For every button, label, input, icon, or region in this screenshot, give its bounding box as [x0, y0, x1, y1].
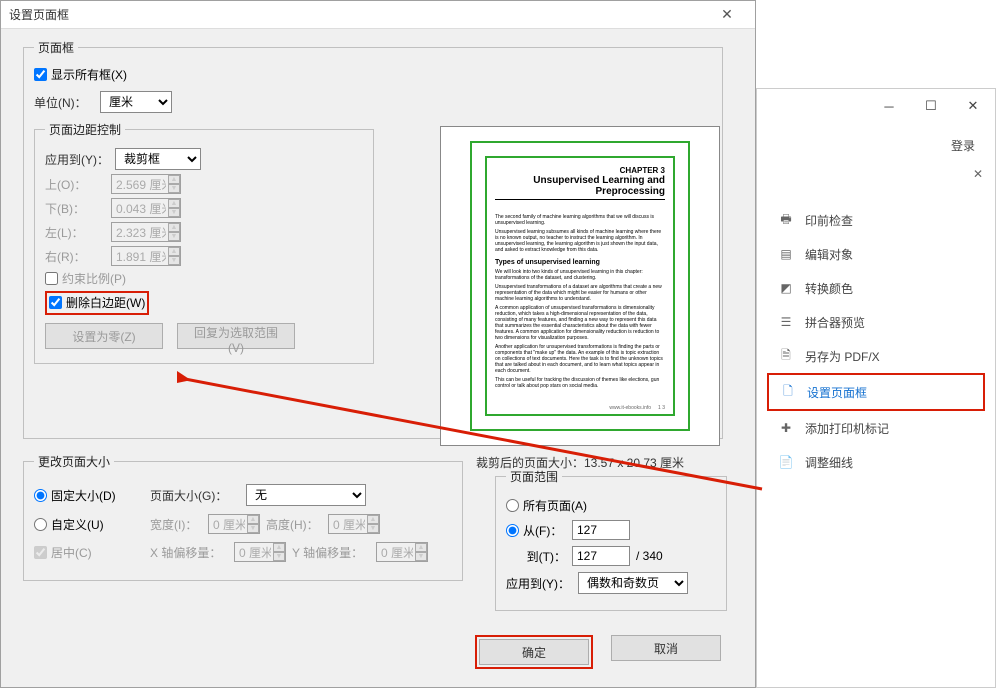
page-box-group: 页面框 显示所有框(X) 单位(N)： 厘米 页面边距控制	[23, 39, 723, 439]
saveas-icon: 🗎	[777, 347, 795, 365]
preview-h2: Types of unsupervised learning	[495, 259, 665, 266]
xoff-label: X 轴偏移量：	[150, 544, 228, 561]
cancel-button[interactable]: 取消	[611, 635, 721, 661]
to-input[interactable]	[572, 546, 630, 566]
menu-label: 另存为 PDF/X	[805, 348, 880, 365]
preview-page-title: Unsupervised Learning and Preprocessing	[495, 175, 665, 200]
close-icon[interactable]: ✕	[707, 6, 747, 23]
to-label: 到(T)：	[506, 548, 566, 565]
total-pages: / 340	[636, 549, 663, 563]
show-all-boxes-input[interactable]	[34, 68, 47, 81]
page-box-legend: 页面框	[34, 39, 78, 56]
height-spinner[interactable]: ▲▼	[328, 514, 380, 534]
left-label: 左(L)：	[45, 224, 105, 241]
tools-menu: 🖶 印前检查 ▤ 编辑对象 ◩ 转换颜色 ☰ 拼合器预览 🗎 另存为 PDF/X…	[757, 195, 995, 487]
close-btn[interactable]: ✕	[959, 95, 987, 117]
menu-label: 设置页面框	[807, 384, 867, 401]
remove-white-margins-checkbox[interactable]: 删除白边距(W)	[49, 294, 145, 311]
page-range-legend: 页面范围	[506, 468, 562, 485]
minimize-btn[interactable]: ─	[875, 95, 903, 117]
yoff-label: Y 轴偏移量：	[292, 544, 370, 561]
apply-to-select[interactable]: 裁剪框	[115, 148, 201, 170]
revert-button[interactable]: 回复为选取范围(V)	[177, 323, 295, 349]
titlebar: 设置页面框 ✕	[1, 1, 755, 29]
page-range-group: 页面范围 所有页面(A) 从(F)： 到(T)： / 340 应用到(Y)：	[495, 468, 727, 611]
maximize-btn[interactable]: ☐	[917, 95, 945, 117]
change-size-legend: 更改页面大小	[34, 453, 114, 470]
remove-white-highlight: 删除白边距(W)	[45, 291, 149, 315]
unit-label: 单位(N)：	[34, 94, 94, 111]
change-page-size-group: 更改页面大小 固定大小(D) 页面大小(G)： 无 自定义(U) 宽度(I)：	[23, 453, 463, 581]
custom-size-radio[interactable]: 自定义(U)	[34, 516, 144, 533]
dialog-title: 设置页面框	[9, 6, 69, 23]
top-spinner[interactable]: ▲▼	[111, 174, 181, 194]
from-radio[interactable]: 从(F)：	[506, 522, 566, 539]
menu-label: 拼合器预览	[805, 314, 865, 331]
constrain-checkbox[interactable]: 约束比例(P)	[45, 270, 126, 287]
hairline-icon: 📄	[777, 453, 795, 471]
constrain-input[interactable]	[45, 272, 58, 285]
margin-control-group: 页面边距控制 应用到(Y)： 裁剪框 上(O)： ▲▼	[34, 121, 374, 364]
printer-icon: 🖶	[777, 211, 795, 229]
apply-to-label: 应用到(Y)：	[45, 151, 109, 168]
marks-icon: ✚	[777, 419, 795, 437]
panel-sub: 登录	[757, 123, 995, 167]
height-label: 高度(H)：	[266, 516, 322, 533]
yoff-spinner[interactable]: ▲▼	[376, 542, 428, 562]
login-link[interactable]: 登录	[951, 137, 975, 154]
unit-select[interactable]: 厘米	[100, 91, 172, 113]
xoff-spinner[interactable]: ▲▼	[234, 542, 286, 562]
remove-white-input[interactable]	[49, 296, 62, 309]
menu-label: 编辑对象	[805, 246, 853, 263]
menu-edit-object[interactable]: ▤ 编辑对象	[767, 237, 985, 271]
range-apply-select[interactable]: 偶数和奇数页	[578, 572, 688, 594]
ok-highlight: 确定	[475, 635, 593, 669]
set-zero-button[interactable]: 设置为零(Z)	[45, 323, 163, 349]
range-apply-label: 应用到(Y)：	[506, 575, 572, 592]
width-spinner[interactable]: ▲▼	[208, 514, 260, 534]
menu-flattener-preview[interactable]: ☰ 拼合器预览	[767, 305, 985, 339]
page-size-label: 页面大小(G)：	[150, 487, 240, 504]
panel-close-row: ✕	[757, 167, 995, 195]
bottom-label: 下(B)：	[45, 200, 105, 217]
menu-set-page-boxes[interactable]: 🗋 设置页面框	[767, 373, 985, 411]
window-controls: ─ ☐ ✕	[757, 89, 995, 123]
page-preview: CHAPTER 3 Unsupervised Learning and Prep…	[440, 126, 720, 446]
preview-chapter: CHAPTER 3	[495, 166, 665, 175]
menu-label: 印前检查	[805, 212, 853, 229]
panel-close-icon[interactable]: ✕	[973, 167, 983, 195]
width-label: 宽度(I)：	[150, 516, 202, 533]
top-label: 上(O)：	[45, 176, 105, 193]
menu-printer-marks[interactable]: ✚ 添加打印机标记	[767, 411, 985, 445]
show-all-boxes-checkbox[interactable]: 显示所有框(X)	[34, 66, 127, 83]
menu-label: 调整细线	[805, 454, 853, 471]
menu-label: 转换颜色	[805, 280, 853, 297]
edit-icon: ▤	[777, 245, 795, 263]
menu-save-pdfx[interactable]: 🗎 另存为 PDF/X	[767, 339, 985, 373]
flatten-icon: ☰	[777, 313, 795, 331]
tools-panel: ─ ☐ ✕ 登录 ✕ 🖶 印前检查 ▤ 编辑对象 ◩ 转换颜色 ☰ 拼合器预览 …	[756, 88, 996, 688]
from-input[interactable]	[572, 520, 630, 540]
right-label: 右(R)：	[45, 248, 105, 265]
all-pages-radio[interactable]: 所有页面(A)	[506, 497, 587, 514]
preview-area: CHAPTER 3 Unsupervised Learning and Prep…	[420, 126, 740, 471]
dialog-footer: 确定 取消	[475, 635, 721, 669]
bottom-spinner[interactable]: ▲▼	[111, 198, 181, 218]
menu-preflight[interactable]: 🖶 印前检查	[767, 203, 985, 237]
left-spinner[interactable]: ▲▼	[111, 222, 181, 242]
menu-label: 添加打印机标记	[805, 420, 889, 437]
ok-button[interactable]: 确定	[479, 639, 589, 665]
page-size-select[interactable]: 无	[246, 484, 366, 506]
fixed-size-radio[interactable]: 固定大小(D)	[34, 487, 144, 504]
color-icon: ◩	[777, 279, 795, 297]
center-checkbox[interactable]: 居中(C)	[34, 544, 144, 561]
margin-legend: 页面边距控制	[45, 121, 125, 138]
pagebox-icon: 🗋	[779, 383, 797, 401]
set-page-boxes-dialog: 设置页面框 ✕ 页面框 显示所有框(X) 单位(N)： 厘米	[0, 0, 756, 688]
menu-fix-hairlines[interactable]: 📄 调整细线	[767, 445, 985, 479]
right-spinner[interactable]: ▲▼	[111, 246, 181, 266]
menu-convert-color[interactable]: ◩ 转换颜色	[767, 271, 985, 305]
